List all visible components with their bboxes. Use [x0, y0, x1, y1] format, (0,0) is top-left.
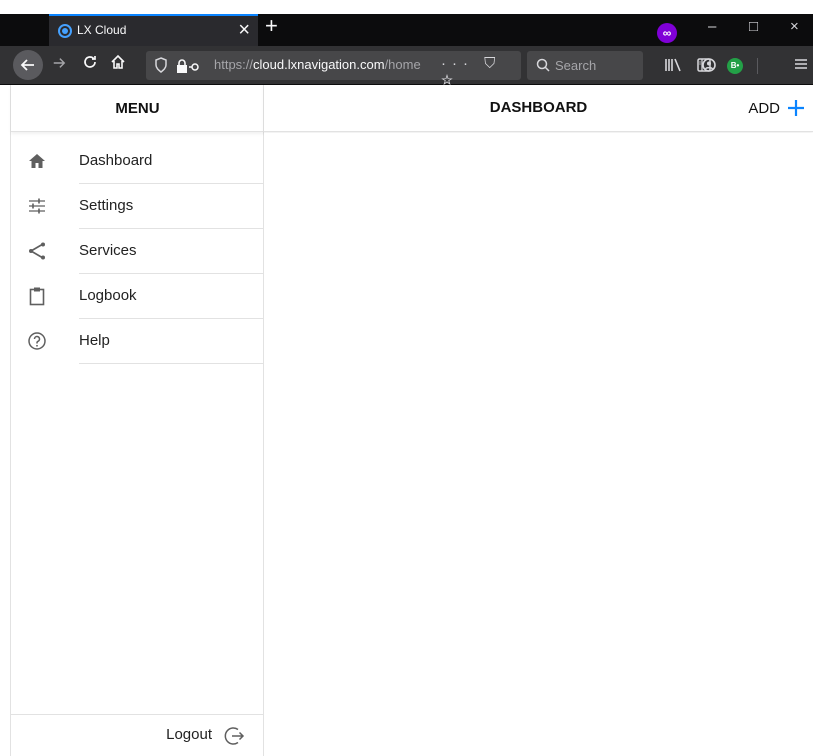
url-scheme: https:// [214, 57, 254, 72]
logout-button[interactable]: Logout [11, 714, 264, 756]
library-icon[interactable] [664, 57, 682, 73]
window-close-button[interactable]: × [790, 17, 799, 37]
sliders-icon [29, 198, 45, 214]
lx-cloud-favicon-icon [58, 24, 72, 38]
toolbar-separator [757, 58, 758, 74]
search-icon [536, 58, 550, 72]
sidebar-item-label: Help [79, 332, 110, 349]
url-path: /home [384, 57, 421, 72]
forward-arrow-icon [53, 58, 66, 68]
search-input[interactable]: Search [527, 51, 643, 80]
tracking-shield-icon [155, 57, 167, 73]
sidebar-item-settings[interactable]: Settings [11, 184, 264, 229]
window-minimize-button[interactable]: – [708, 17, 716, 37]
new-tab-button[interactable]: + [265, 15, 278, 37]
add-label: ADD [748, 99, 780, 117]
url-host: cloud.lxnavigation.com [253, 57, 385, 72]
clipboard-icon [29, 287, 45, 306]
browser-tab-bar: LX Cloud × + ∞ – □ × [0, 0, 813, 48]
reload-icon [84, 56, 96, 68]
search-placeholder: Search [555, 58, 597, 73]
sidebar: MENU Dashboard Settings Services Logbook… [10, 85, 264, 756]
page-title: DASHBOARD [489, 99, 588, 116]
help-icon [28, 332, 46, 350]
forward-button[interactable] [45, 51, 73, 79]
main-header: DASHBOARD ADD [264, 85, 813, 132]
lock-icon [177, 59, 199, 73]
window-top-edge [0, 0, 813, 14]
plus-icon [788, 100, 804, 116]
home-button[interactable] [104, 51, 132, 79]
sidebar-item-help[interactable]: Help [11, 319, 264, 364]
tab-close-icon[interactable]: × [238, 18, 250, 42]
menu-title: MENU [11, 85, 264, 132]
home-icon [29, 154, 45, 168]
browser-nav-bar: https://cloud.lxnavigation.com/home ··· … [0, 46, 813, 89]
back-arrow-icon [20, 59, 34, 71]
sidebar-item-label: Logbook [79, 287, 137, 304]
addon-badge-icon[interactable]: B• [727, 58, 743, 74]
logout-label: Logout [166, 726, 212, 743]
tab-title: LX Cloud [77, 23, 127, 37]
address-url: https://cloud.lxnavigation.com/home [214, 57, 421, 72]
browser-home-icon [111, 54, 125, 69]
sidebar-item-label: Services [79, 242, 137, 259]
share-icon [29, 242, 45, 260]
logout-icon [224, 727, 245, 745]
profile-icon[interactable] [701, 57, 717, 73]
browser-tab-lx-cloud[interactable]: LX Cloud × [49, 14, 258, 48]
reload-button[interactable] [76, 51, 104, 79]
menu-divider [79, 363, 264, 364]
sidebar-item-label: Settings [79, 197, 134, 214]
window-maximize-button[interactable]: □ [749, 17, 758, 37]
dashboard-content [264, 133, 813, 756]
private-browsing-icon: ∞ [657, 23, 677, 43]
sidebar-item-services[interactable]: Services [11, 229, 264, 274]
hamburger-menu-icon[interactable] [794, 57, 808, 71]
page-actions[interactable]: ··· ⛉ ☆ [441, 55, 521, 89]
back-button[interactable] [13, 50, 43, 80]
sidebar-item-logbook[interactable]: Logbook [11, 274, 264, 319]
sidebar-item-label: Dashboard [79, 152, 153, 169]
address-bar[interactable]: https://cloud.lxnavigation.com/home ··· … [146, 51, 521, 89]
add-button[interactable]: ADD [748, 95, 805, 121]
sidebar-item-dashboard[interactable]: Dashboard [11, 139, 264, 184]
